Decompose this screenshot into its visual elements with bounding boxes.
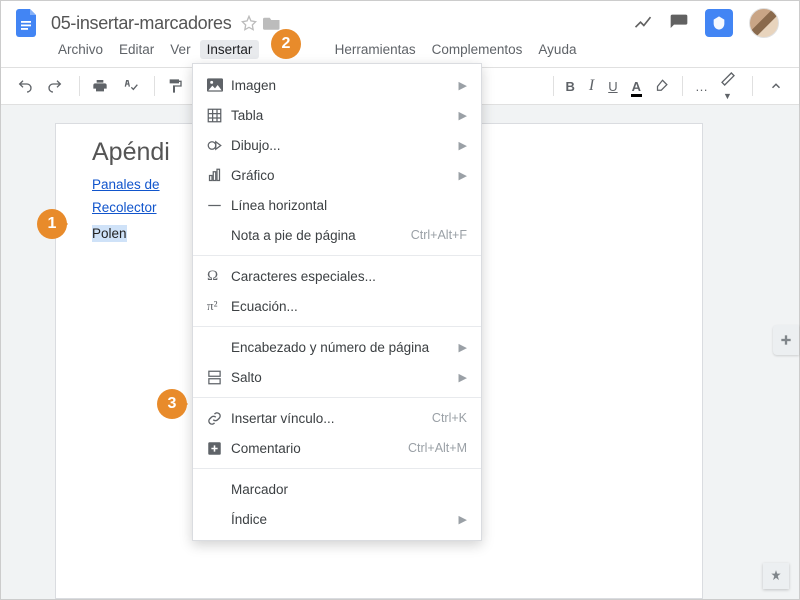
menu-item-ecuaci-n[interactable]: π²Ecuación... xyxy=(193,291,481,321)
explore-bottom-button[interactable] xyxy=(763,563,789,589)
title-bar: 05-insertar-marcadores xyxy=(1,1,799,37)
submenu-arrow-icon: ▶ xyxy=(459,139,467,152)
submenu-arrow-icon: ▶ xyxy=(459,169,467,182)
collapse-icon[interactable] xyxy=(769,79,783,93)
submenu-arrow-icon: ▶ xyxy=(459,341,467,354)
menu-item-l-nea-horizontal[interactable]: Línea horizontal xyxy=(193,190,481,220)
menu-item-label: Salto xyxy=(231,370,451,385)
menu-item-label: Encabezado y número de página xyxy=(231,340,451,355)
share-button[interactable] xyxy=(705,9,733,37)
text-color-button[interactable]: A xyxy=(632,79,641,94)
shortcut-label: Ctrl+Alt+F xyxy=(411,228,467,242)
document-title[interactable]: 05-insertar-marcadores xyxy=(51,13,231,34)
comments-icon[interactable] xyxy=(669,13,689,33)
menu-item-label: Índice xyxy=(231,512,451,527)
italic-button[interactable]: I xyxy=(589,77,594,95)
redo-icon[interactable] xyxy=(47,78,67,94)
bold-button[interactable]: B xyxy=(566,79,575,94)
menu-item-ndice[interactable]: Índice ▶ xyxy=(193,504,481,534)
undo-icon[interactable] xyxy=(17,78,37,94)
menu-insertar[interactable]: Insertar xyxy=(200,40,260,59)
menu-ayuda[interactable]: Ayuda xyxy=(531,40,583,59)
link-icon xyxy=(207,411,231,426)
shortcut-label: Ctrl+Alt+M xyxy=(408,441,467,455)
submenu-arrow-icon: ▶ xyxy=(459,109,467,122)
avatar[interactable] xyxy=(749,8,779,38)
menu-item-nota-a-pie-de-p-gina[interactable]: Nota a pie de páginaCtrl+Alt+F xyxy=(193,220,481,250)
format-group: B I U A xyxy=(566,77,671,95)
menu-item-label: Gráfico xyxy=(231,168,451,183)
menu-archivo[interactable]: Archivo xyxy=(51,40,110,59)
submenu-arrow-icon: ▶ xyxy=(459,513,467,526)
table-icon xyxy=(207,108,231,123)
callout-1: 1 xyxy=(37,209,67,239)
menu-item-tabla[interactable]: Tabla ▶ xyxy=(193,100,481,130)
menu-item-marcador[interactable]: Marcador xyxy=(193,474,481,504)
more-button[interactable]: … xyxy=(695,79,710,94)
image-icon xyxy=(207,78,231,92)
menu-bar: Archivo Editar Ver Insertar F Herramient… xyxy=(1,37,799,61)
menu-item-label: Dibujo... xyxy=(231,138,451,153)
menu-herramientas[interactable]: Herramientas xyxy=(328,40,423,59)
line-icon xyxy=(207,198,231,213)
callout-2: 2 xyxy=(271,29,301,59)
menu-item-caracteres-especiales[interactable]: ΩCaracteres especiales... xyxy=(193,261,481,291)
spellcheck-icon[interactable] xyxy=(122,78,142,94)
menu-ver[interactable]: Ver xyxy=(163,40,197,59)
title-actions xyxy=(633,8,779,38)
menu-item-label: Comentario xyxy=(231,441,408,456)
explore-side-button[interactable] xyxy=(773,325,799,355)
menu-item-label: Insertar vínculo... xyxy=(231,411,432,426)
menu-item-encabezado-y-n-mero-de-p-gina[interactable]: Encabezado y número de página ▶ xyxy=(193,332,481,362)
shortcut-label: Ctrl+K xyxy=(432,411,467,425)
menu-item-label: Caracteres especiales... xyxy=(231,269,467,284)
print-icon[interactable] xyxy=(92,78,112,94)
omega-icon: Ω xyxy=(207,268,231,285)
folder-icon[interactable] xyxy=(263,15,281,31)
docs-logo-icon[interactable] xyxy=(13,5,41,41)
callout-3: 3 xyxy=(157,389,187,419)
menu-editar[interactable]: Editar xyxy=(112,40,161,59)
highlight-icon[interactable] xyxy=(655,79,670,94)
underline-button[interactable]: U xyxy=(608,79,617,94)
submenu-arrow-icon: ▶ xyxy=(459,79,467,92)
star-icon[interactable] xyxy=(241,15,257,31)
menu-item-label: Tabla xyxy=(231,108,451,123)
insert-menu-dropdown: Imagen ▶ Tabla ▶ Dibujo... ▶ Gráfico ▶ Línea hor… xyxy=(192,63,482,541)
submenu-arrow-icon: ▶ xyxy=(459,371,467,384)
chart-icon xyxy=(207,168,231,183)
menu-item-label: Marcador xyxy=(231,482,467,497)
menu-item-comentario[interactable]: ComentarioCtrl+Alt+M xyxy=(193,433,481,463)
plus-icon xyxy=(207,441,231,456)
menu-item-insertar-v-nculo[interactable]: Insertar vínculo...Ctrl+K xyxy=(193,403,481,433)
menu-item-salto[interactable]: Salto ▶ xyxy=(193,362,481,392)
selected-text[interactable]: Polen xyxy=(92,225,127,242)
break-icon xyxy=(207,370,231,385)
paint-format-icon[interactable] xyxy=(167,78,187,94)
editing-mode-icon[interactable]: ▼ xyxy=(720,71,736,102)
menu-item-dibujo[interactable]: Dibujo... ▶ xyxy=(193,130,481,160)
menu-item-label: Nota a pie de página xyxy=(231,228,411,243)
draw-icon xyxy=(207,138,231,153)
menu-item-label: Ecuación... xyxy=(231,299,467,314)
menu-complementos[interactable]: Complementos xyxy=(425,40,530,59)
menu-item-imagen[interactable]: Imagen ▶ xyxy=(193,70,481,100)
menu-item-gr-fico[interactable]: Gráfico ▶ xyxy=(193,160,481,190)
menu-item-label: Línea horizontal xyxy=(231,198,467,213)
menu-item-label: Imagen xyxy=(231,78,451,93)
pi-icon: π² xyxy=(207,298,231,314)
activity-icon[interactable] xyxy=(633,13,653,33)
